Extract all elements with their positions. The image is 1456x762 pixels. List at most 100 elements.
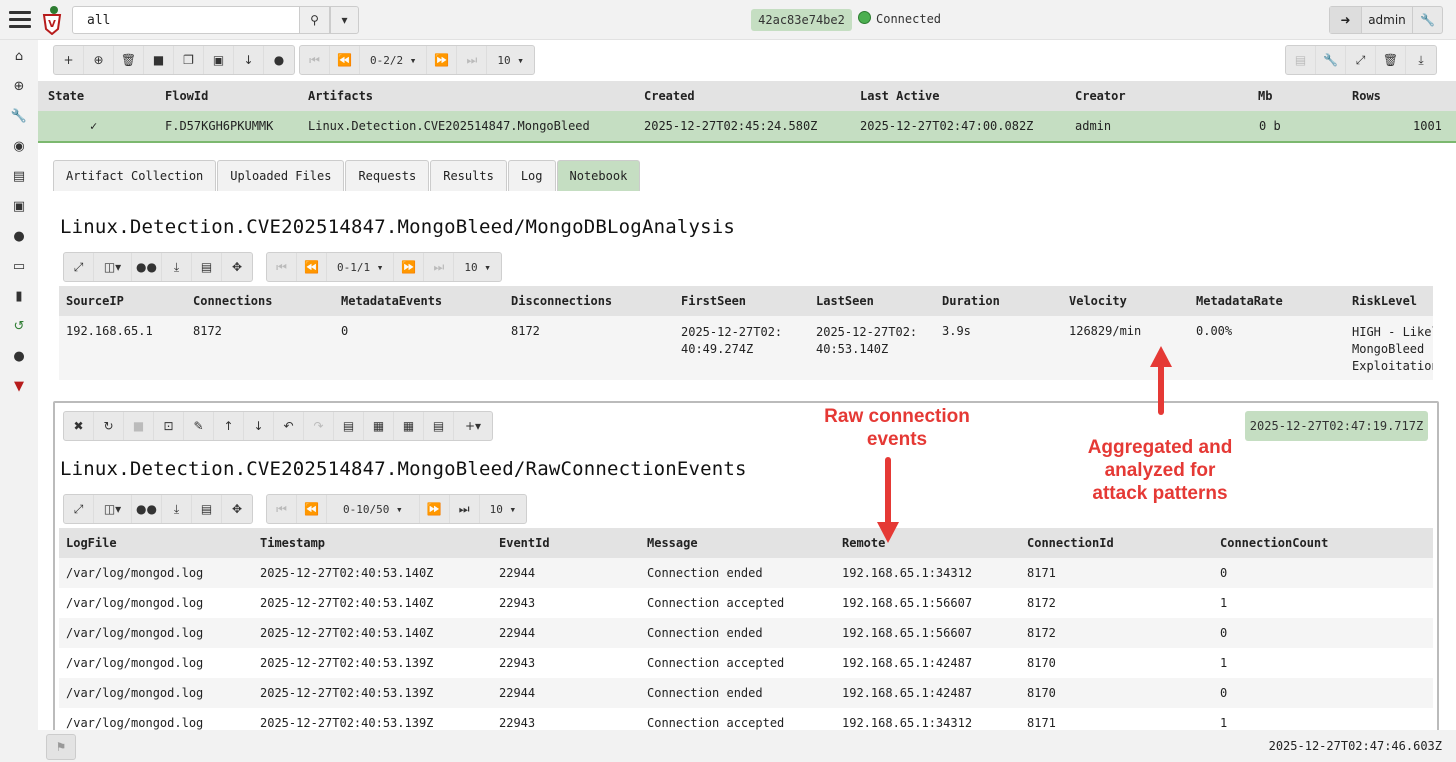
cell-logfile: /var/log/mongod.log bbox=[66, 626, 204, 640]
flow-row[interactable]: ✓ F.D57KGH6PKUMMK Linux.Detection.CVE202… bbox=[38, 111, 1456, 143]
table1-toolbar: ⤢ ◫▾ ●● ⤓ ▤ ✥ bbox=[63, 252, 253, 282]
last-page-button[interactable]: ⏭ bbox=[457, 46, 488, 74]
page-select[interactable]: 0-2/2 ▾ bbox=[360, 46, 428, 74]
prev-page-button[interactable]: ⏪ bbox=[330, 46, 360, 74]
new-collection-button[interactable]: + bbox=[54, 46, 84, 74]
stop-button[interactable]: ■ bbox=[124, 412, 154, 440]
history-icon[interactable]: ↺ bbox=[10, 317, 28, 335]
csv-button[interactable]: ▤ bbox=[192, 495, 222, 523]
tab-results[interactable]: Results bbox=[430, 160, 507, 191]
search-button[interactable]: ●● bbox=[132, 253, 162, 281]
next-page-button[interactable]: ⏩ bbox=[394, 253, 425, 281]
prev-page-button[interactable]: ⏪ bbox=[297, 253, 327, 281]
expand-icon: ⤢ bbox=[73, 259, 84, 274]
trash-icon: 🗑 bbox=[120, 53, 137, 67]
page-size-select[interactable]: 10 ▾ bbox=[487, 46, 534, 74]
cell-risklevel: HIGH - Likely MongoBleed Exploitation bbox=[1352, 325, 1433, 373]
move-up-button[interactable]: ↑ bbox=[214, 412, 244, 440]
server-icon[interactable]: ▤ bbox=[10, 167, 28, 185]
bell-icon: ⚑ bbox=[55, 740, 67, 754]
user-settings-button[interactable]: 🔧 bbox=[1412, 7, 1442, 33]
delete-button[interactable]: 🗑 bbox=[114, 46, 144, 74]
document-button[interactable]: ▤ bbox=[424, 412, 454, 440]
cell-eventid: 22944 bbox=[499, 566, 536, 580]
book-icon[interactable]: ▣ bbox=[10, 197, 28, 215]
page-size-select[interactable]: 10 ▾ bbox=[480, 495, 527, 523]
fullscreen-button[interactable]: ⤢ bbox=[1346, 46, 1376, 74]
page-select[interactable]: 0-1/1 ▾ bbox=[327, 253, 395, 281]
tab-artifact-collection[interactable]: Artifact Collection bbox=[53, 160, 217, 191]
next-page-icon: ⏩ bbox=[426, 502, 442, 516]
add-cell-button[interactable]: +▾ bbox=[454, 412, 492, 440]
redo-button[interactable]: ↷ bbox=[304, 412, 334, 440]
page-select[interactable]: 0-10/50 ▾ bbox=[327, 495, 420, 523]
eye-icon[interactable]: ◉ bbox=[10, 137, 28, 155]
stop-button[interactable]: ■ bbox=[144, 46, 174, 74]
folder-icon[interactable]: ▮ bbox=[10, 287, 28, 305]
user-button[interactable]: ● bbox=[264, 46, 294, 74]
tab-log[interactable]: Log bbox=[507, 160, 556, 191]
tab-notebook[interactable]: Notebook bbox=[556, 160, 641, 191]
fullscreen-button[interactable]: ⤢ bbox=[64, 495, 94, 523]
notifications-button[interactable]: ⚑ bbox=[46, 734, 76, 760]
csv-button[interactable]: ▤ bbox=[192, 253, 222, 281]
settings-button[interactable]: 🔧 bbox=[1316, 46, 1346, 74]
delete-all-button[interactable]: 🗑 bbox=[1376, 46, 1406, 74]
first-page-button[interactable]: ⏮ bbox=[267, 253, 297, 281]
notebook-button[interactable]: ▤ bbox=[1286, 46, 1316, 74]
transform-button[interactable]: ✥ bbox=[222, 253, 252, 281]
calendar-button[interactable]: ▦ bbox=[364, 412, 394, 440]
velociraptor-logo[interactable]: V bbox=[40, 5, 64, 35]
col-disconnections: Disconnections bbox=[511, 294, 613, 308]
wrench-icon[interactable]: 🔧 bbox=[10, 107, 28, 125]
home-icon[interactable]: ⌂ bbox=[10, 47, 28, 65]
first-page-button[interactable]: ⏮ bbox=[300, 46, 330, 74]
connection-status-icon bbox=[858, 11, 871, 24]
fullscreen-button[interactable]: ⤢ bbox=[64, 253, 94, 281]
cell-message: Connection accepted bbox=[647, 716, 785, 730]
last-page-button[interactable]: ⏭ bbox=[450, 495, 480, 523]
tab-requests[interactable]: Requests bbox=[345, 160, 430, 191]
search-button[interactable]: ⚲ bbox=[299, 6, 330, 34]
transform-button[interactable]: ✥ bbox=[222, 495, 252, 523]
next-page-button[interactable]: ⏩ bbox=[420, 495, 450, 523]
edit-button[interactable]: ✎ bbox=[184, 412, 214, 440]
user-icon[interactable]: ● bbox=[10, 227, 28, 245]
collapse-button[interactable]: ⊡ bbox=[154, 412, 184, 440]
undo-button[interactable]: ↶ bbox=[274, 412, 304, 440]
table-button[interactable]: ▦ bbox=[394, 412, 424, 440]
last-page-button[interactable]: ⏭ bbox=[424, 253, 455, 281]
first-page-button[interactable]: ⏮ bbox=[267, 495, 297, 523]
search-button[interactable]: ●● bbox=[132, 495, 162, 523]
cell-eventid: 22944 bbox=[499, 686, 536, 700]
crosshair-icon[interactable]: ⊕ bbox=[10, 77, 28, 95]
download-button[interactable]: ↓ bbox=[234, 46, 264, 74]
hunt-button[interactable]: ⊕ bbox=[84, 46, 114, 74]
table1-row: 192.168.65.1 8172 0 8172 2025-12-27T02:4… bbox=[59, 316, 1433, 380]
search-input[interactable]: all bbox=[72, 6, 300, 34]
move-down-button[interactable]: ↓ bbox=[244, 412, 274, 440]
columns-button[interactable]: ◫▾ bbox=[94, 495, 132, 523]
laptop-icon[interactable]: ▭ bbox=[10, 257, 28, 275]
binoculars-icon[interactable]: ● bbox=[10, 347, 28, 365]
copy-button[interactable]: ❐ bbox=[174, 46, 204, 74]
download-button[interactable]: ⤓ bbox=[162, 253, 192, 281]
flow-artifacts: Linux.Detection.CVE202514847.MongoBleed bbox=[308, 119, 590, 133]
page-size-select[interactable]: 10 ▾ bbox=[454, 253, 501, 281]
search-dropdown-button[interactable]: ▾ bbox=[330, 6, 359, 34]
prev-page-button[interactable]: ⏪ bbox=[297, 495, 327, 523]
shield-icon[interactable]: ▼ bbox=[10, 377, 28, 395]
document-icon: ▤ bbox=[432, 419, 445, 433]
tab-uploaded-files[interactable]: Uploaded Files bbox=[217, 160, 345, 191]
recalculate-button[interactable]: ↻ bbox=[94, 412, 124, 440]
save-button[interactable]: ▣ bbox=[204, 46, 234, 74]
logout-button[interactable]: ➜ bbox=[1330, 7, 1362, 33]
columns-button[interactable]: ◫▾ bbox=[94, 253, 132, 281]
user-name[interactable]: admin bbox=[1362, 7, 1412, 33]
export-button[interactable]: ⤓ bbox=[1406, 46, 1436, 74]
next-page-button[interactable]: ⏩ bbox=[427, 46, 458, 74]
download-button[interactable]: ⤓ bbox=[162, 495, 192, 523]
menu-icon[interactable] bbox=[9, 11, 31, 29]
close-cell-button[interactable]: ✖ bbox=[64, 412, 94, 440]
import-button[interactable]: ▤ bbox=[334, 412, 364, 440]
